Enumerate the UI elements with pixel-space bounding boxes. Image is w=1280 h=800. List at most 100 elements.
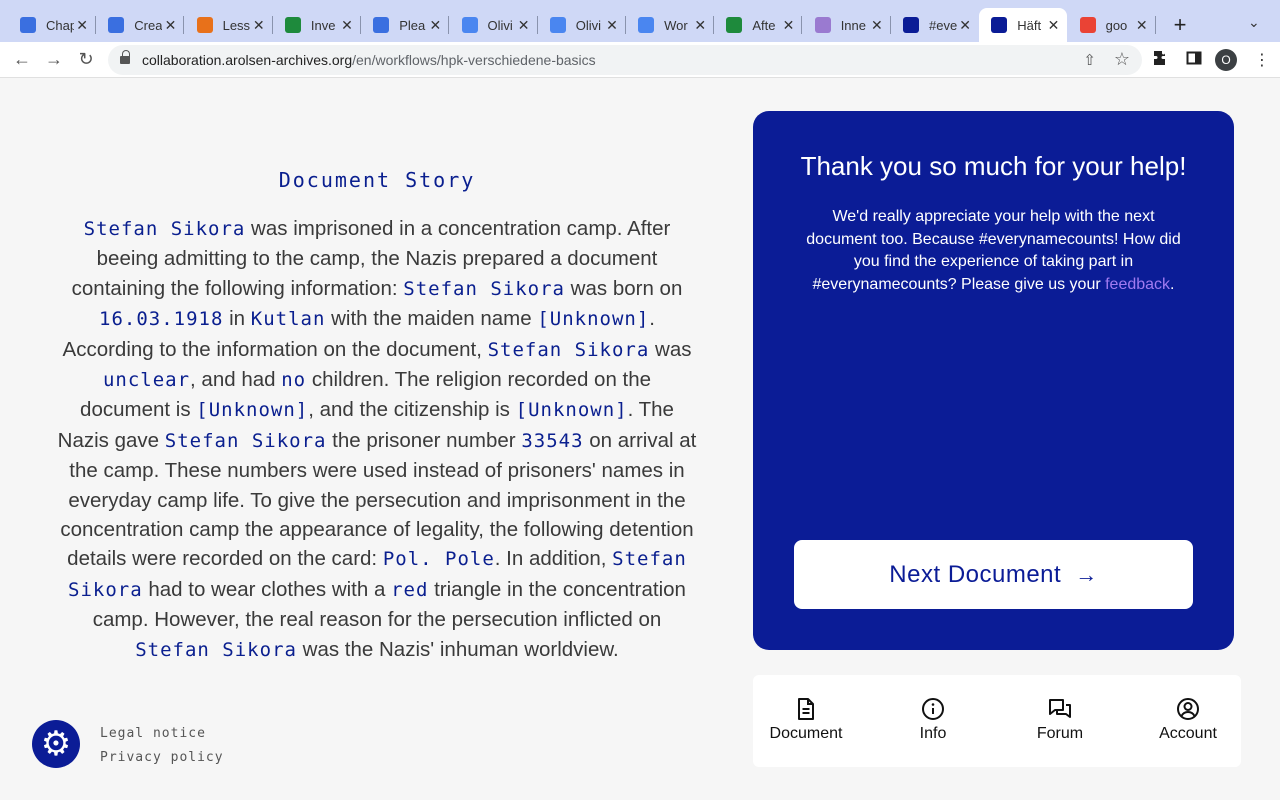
tab-favicon-icon [196, 17, 213, 33]
story-heading: Document Story [278, 168, 476, 192]
browser-tab[interactable]: Häft ✕ [979, 8, 1068, 42]
document-story: Document Story Stefan Sikora was impriso… [56, 168, 698, 665]
story-fragment: was born on [564, 276, 683, 300]
browser-tab[interactable]: #eve ✕ [891, 8, 979, 42]
browser-tab[interactable]: Wor ✕ [626, 8, 715, 42]
story-highlight: Stefan Sikora [135, 638, 297, 661]
tab-close-icon[interactable]: ✕ [1048, 17, 1060, 34]
tab-title: Afte [752, 17, 776, 33]
document-icon [756, 697, 856, 721]
info-icon [883, 697, 983, 721]
tab-close-icon[interactable]: ✕ [76, 17, 88, 34]
tab-favicon-icon [638, 17, 655, 33]
nav-item-forum[interactable]: Forum [1010, 697, 1110, 743]
nav-label-document: Document [769, 725, 843, 742]
next-document-button[interactable]: Next Document → [794, 540, 1193, 609]
story-highlight: 33543 [521, 429, 584, 452]
browser-tab-strip: Chap ✕ Crea ✕ Less ✕ Inve ✕ Plea ✕ Olivi ✕ Olivi ✕ Wor… [0, 0, 1280, 42]
side-panel-icon[interactable] [1186, 50, 1202, 71]
story-highlight: [Unknown] [537, 308, 650, 331]
tab-close-icon[interactable]: ✕ [871, 17, 883, 34]
new-tab-button[interactable]: + [1168, 12, 1192, 38]
story-fragment: was [649, 337, 692, 361]
browser-tab[interactable]: Chap ✕ [8, 8, 96, 42]
story-fragment: with the maiden name [325, 307, 538, 331]
tab-close-icon[interactable]: ✕ [694, 17, 706, 34]
bottom-navigation: Document Info Forum Account [753, 675, 1241, 767]
browser-toolbar: ← → ↻ collaboration.arolsen-archives.org… [0, 42, 1280, 78]
tab-favicon-icon [461, 17, 478, 33]
forward-button[interactable]: → [44, 49, 64, 70]
story-highlight: Stefan Sikora [83, 218, 246, 240]
thank-you-title: Thank you so much for your help! [800, 151, 1187, 181]
tab-close-icon[interactable]: ✕ [341, 17, 353, 34]
thank-you-panel: Thank you so much for your help! We'd re… [753, 111, 1234, 650]
browser-tab[interactable]: Olivi ✕ [538, 8, 626, 42]
reload-button[interactable]: ↻ [76, 49, 96, 70]
url-text[interactable]: collaboration.arolsen-archives.org/en/wo… [142, 52, 596, 68]
story-highlight: Stefan Sikora [487, 338, 650, 361]
browser-tab[interactable]: Plea ✕ [361, 8, 450, 42]
tab-title: Olivi [487, 17, 513, 33]
nav-item-info[interactable]: Info [883, 697, 983, 743]
tab-close-icon[interactable]: ✕ [1136, 17, 1148, 34]
story-highlight: unclear [102, 369, 191, 392]
feedback-link[interactable]: feedback [1105, 276, 1170, 293]
gear-icon: ⚙ [40, 725, 72, 763]
arrow-right-icon: → [1075, 561, 1098, 587]
message-end: . [1170, 275, 1175, 293]
tab-search-chevron-icon[interactable]: ⌄ [1248, 14, 1260, 31]
footer-links: Legal notice Privacy policy [100, 722, 224, 770]
privacy-policy-link[interactable]: Privacy policy [100, 746, 224, 770]
tab-title: Häft [1017, 17, 1042, 33]
nav-item-document[interactable]: Document [756, 697, 856, 743]
browser-tab[interactable]: Olivi ✕ [450, 8, 538, 42]
browser-tab[interactable]: Afte ✕ [714, 8, 803, 42]
thank-you-message: We'd really appreciate your help with th… [799, 206, 1189, 296]
tab-close-icon[interactable]: ✕ [783, 17, 795, 34]
address-bar[interactable]: collaboration.arolsen-archives.org/en/wo… [108, 45, 1142, 75]
tab-title: Olivi [575, 17, 602, 33]
nav-label-account: Account [1159, 725, 1217, 742]
browser-tab[interactable]: Inne ✕ [803, 8, 891, 42]
browser-tab[interactable]: Crea ✕ [96, 8, 185, 42]
bookmark-star-icon[interactable]: ☆ [1114, 49, 1130, 70]
share-icon[interactable]: ⇧ [1083, 51, 1096, 69]
account-icon [1138, 697, 1238, 721]
browser-tab[interactable]: goo ✕ [1068, 8, 1156, 42]
back-button[interactable]: ← [12, 49, 32, 70]
extensions-puzzle-icon[interactable] [1153, 50, 1169, 71]
nav-label-info: Info [919, 725, 947, 742]
settings-button[interactable]: ⚙ [32, 720, 80, 768]
tab-favicon-icon [373, 17, 390, 33]
tab-favicon-icon [1079, 17, 1096, 33]
tab-title: Inve [310, 17, 336, 33]
story-highlight: Stefan Sikora [164, 429, 327, 452]
story-highlight: Pol. Pole [382, 548, 495, 571]
next-document-label: Next Document [889, 560, 1062, 588]
tab-close-icon[interactable]: ✕ [959, 17, 971, 34]
legal-notice-link[interactable]: Legal notice [100, 722, 224, 746]
tab-close-icon[interactable]: ✕ [165, 17, 177, 34]
tab-favicon-icon [108, 17, 125, 33]
tab-close-icon[interactable]: ✕ [518, 17, 530, 34]
tab-close-icon[interactable]: ✕ [606, 17, 618, 34]
story-fragment: the prisoner number [326, 428, 522, 452]
tab-close-icon[interactable]: ✕ [429, 17, 441, 34]
tab-favicon-icon [991, 17, 1008, 33]
tab-title: goo [1105, 17, 1128, 33]
tab-close-icon[interactable]: ✕ [253, 17, 265, 34]
browser-menu-icon[interactable]: ⋮ [1254, 50, 1270, 70]
tab-title: Wor [664, 17, 688, 33]
story-fragment: , and the citizenship is [308, 398, 516, 422]
story-fragment: was the Nazis' inhuman worldview. [296, 637, 619, 661]
profile-avatar[interactable]: O [1215, 49, 1237, 71]
tab-favicon-icon [284, 17, 301, 33]
forum-chat-icon [1010, 697, 1110, 721]
browser-tab[interactable]: Inve ✕ [273, 8, 361, 42]
lock-icon[interactable] [120, 50, 130, 65]
browser-tab[interactable]: Less ✕ [185, 8, 273, 42]
nav-item-account[interactable]: Account [1138, 697, 1238, 743]
story-text: Stefan Sikora was imprisoned in a concen… [56, 214, 698, 665]
tab-favicon-icon [20, 17, 36, 33]
